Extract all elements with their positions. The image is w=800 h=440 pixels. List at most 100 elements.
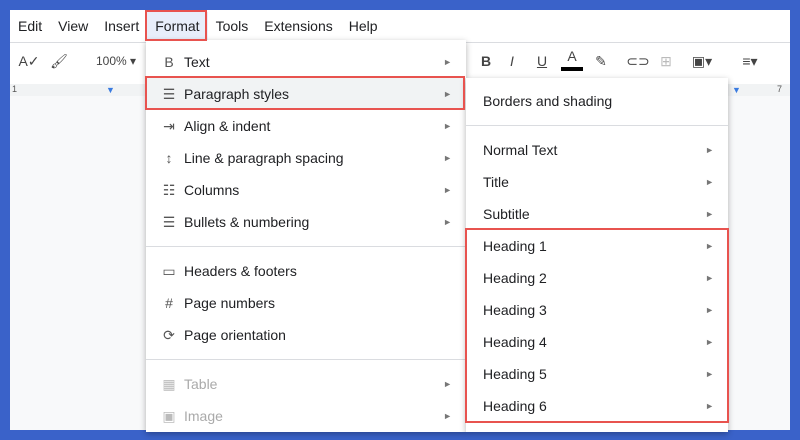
menu-item-page-orientation[interactable]: ⟳ Page orientation — [146, 319, 466, 351]
submenu-item-heading-2[interactable]: Heading 2 ► — [466, 262, 728, 294]
paint-format-icon[interactable]: 🖌 — [48, 45, 70, 77]
submenu-item-label: Heading 3 — [483, 302, 547, 318]
align-icon[interactable]: ≡▾ — [734, 45, 766, 77]
menu-item-label: Bullets & numbering — [184, 214, 310, 230]
text-color-button[interactable]: A — [561, 45, 583, 71]
italic-button[interactable]: I — [502, 45, 522, 77]
menu-item-line-paragraph-spacing[interactable]: ↕ Line & paragraph spacing ► — [146, 142, 466, 174]
submenu-arrow-icon: ► — [443, 121, 452, 131]
indent-marker-icon[interactable]: ▼ — [106, 85, 115, 95]
header-footer-icon: ▭ — [162, 262, 176, 279]
bold-icon: B — [164, 54, 174, 70]
menu-tools[interactable]: Tools — [208, 12, 257, 40]
menu-item-image: ▣ Image ► — [146, 400, 466, 432]
columns-icon: ☷ — [162, 181, 176, 198]
menu-item-label: Align & indent — [184, 118, 271, 134]
submenu-arrow-icon: ► — [443, 89, 452, 99]
submenu-item-heading-5[interactable]: Heading 5 ► — [466, 358, 728, 390]
submenu-arrow-icon: ► — [705, 401, 714, 411]
submenu-arrow-icon: ► — [705, 177, 714, 187]
comment-icon[interactable]: ⊞ — [656, 45, 676, 77]
submenu-item-label: Heading 5 — [483, 366, 547, 382]
submenu-item-label: Heading 6 — [483, 398, 547, 414]
menu-item-headers-footers[interactable]: ▭ Headers & footers — [146, 255, 466, 287]
ruler-label: 7 — [777, 84, 783, 94]
menu-item-label: Columns — [184, 182, 240, 198]
submenu-arrow-icon: ► — [705, 209, 714, 219]
zoom-value: 100% — [95, 54, 127, 68]
menu-item-align-indent[interactable]: ⇥ Align & indent ► — [146, 110, 466, 142]
submenu-item-label: Subtitle — [483, 206, 530, 222]
indent-icon: ⇥ — [163, 117, 175, 134]
submenu-arrow-icon: ► — [705, 145, 714, 155]
menu-item-text[interactable]: B Text ► — [146, 46, 466, 78]
menu-format[interactable]: Format — [147, 12, 208, 40]
submenu-arrow-icon: ► — [705, 273, 714, 283]
menu-bar: Edit View Insert Format Tools Extensions… — [10, 10, 790, 42]
menu-item-bullets-numbering[interactable]: ☰ Bullets & numbering ► — [146, 206, 466, 238]
menu-item-columns[interactable]: ☷ Columns ► — [146, 174, 466, 206]
submenu-arrow-icon: ► — [443, 379, 452, 389]
hash-icon: # — [165, 295, 173, 311]
submenu-arrow-icon: ► — [705, 305, 714, 315]
right-indent-marker-icon[interactable]: ▼ — [732, 85, 741, 95]
submenu-arrow-icon: ► — [443, 411, 452, 421]
paragraph-styles-submenu: Borders and shading Normal Text ► Title ► Sub… — [466, 78, 728, 432]
insert-image-icon[interactable]: ▣▾ — [684, 45, 720, 77]
menu-edit[interactable]: Edit — [10, 12, 50, 40]
menu-separator — [146, 246, 466, 247]
submenu-item-heading-6[interactable]: Heading 6 ► — [466, 390, 728, 422]
submenu-item-heading-4[interactable]: Heading 4 ► — [466, 326, 728, 358]
menu-item-paragraph-styles[interactable]: ☰ Paragraph styles ► — [146, 78, 466, 110]
menu-view[interactable]: View — [50, 12, 96, 40]
bullets-icon: ☰ — [162, 213, 176, 230]
highlight-icon[interactable]: ✎ — [591, 45, 611, 77]
menu-item-label: Line & paragraph spacing — [184, 150, 344, 166]
submenu-item-heading-3[interactable]: Heading 3 ► — [466, 294, 728, 326]
menu-item-label: Image — [184, 408, 223, 424]
submenu-item-label: Borders and shading — [483, 93, 613, 109]
menu-item-label: Text — [184, 54, 210, 70]
submenu-item-heading-1[interactable]: Heading 1 ► — [466, 230, 728, 262]
menu-separator — [466, 125, 728, 126]
menu-extensions[interactable]: Extensions — [256, 12, 340, 40]
submenu-item-normal-text[interactable]: Normal Text ► — [466, 134, 728, 166]
menu-item-label: Page orientation — [184, 327, 286, 343]
menu-insert[interactable]: Insert — [96, 12, 147, 40]
submenu-item-label: Heading 1 — [483, 238, 547, 254]
format-menu: B Text ► ☰ Paragraph styles ► ⇥ Align & indent ►… — [146, 40, 466, 432]
submenu-item-borders-and-shading[interactable]: Borders and shading — [466, 85, 728, 117]
menu-help[interactable]: Help — [341, 12, 386, 40]
submenu-arrow-icon: ► — [705, 369, 714, 379]
menu-item-table: ▦ Table ► — [146, 368, 466, 400]
underline-button[interactable]: U — [532, 45, 552, 77]
menu-item-label: Headers & footers — [184, 263, 297, 279]
table-icon: ▦ — [162, 375, 176, 392]
submenu-item-title[interactable]: Title ► — [466, 166, 728, 198]
submenu-arrow-icon: ► — [443, 217, 452, 227]
link-icon[interactable]: ⊂⊃ — [626, 45, 649, 77]
spellcheck-icon[interactable]: A✓ — [18, 45, 40, 77]
menu-separator — [146, 359, 466, 360]
menu-item-page-numbers[interactable]: # Page numbers — [146, 287, 466, 319]
submenu-arrow-icon: ► — [705, 241, 714, 251]
submenu-arrow-icon: ► — [443, 57, 452, 67]
submenu-item-subtitle[interactable]: Subtitle ► — [466, 198, 728, 230]
line-spacing-icon: ↕ — [165, 150, 173, 166]
submenu-item-label: Heading 2 — [483, 270, 547, 286]
page-orientation-icon: ⟳ — [163, 326, 175, 343]
submenu-arrow-icon: ► — [443, 153, 452, 163]
image-icon: ▣ — [162, 407, 176, 424]
bold-button[interactable]: B — [476, 45, 496, 77]
paragraph-icon: ☰ — [162, 85, 176, 102]
submenu-item-label: Normal Text — [483, 142, 558, 158]
submenu-item-label: Heading 4 — [483, 334, 547, 350]
submenu-arrow-icon: ► — [443, 185, 452, 195]
submenu-item-label: Title — [483, 174, 509, 190]
menu-item-label: Paragraph styles — [184, 86, 290, 102]
menu-item-label: Page numbers — [184, 295, 276, 311]
ruler-label: 1 — [12, 84, 18, 94]
menu-item-label: Table — [184, 376, 218, 392]
zoom-select[interactable]: 100% ▾ — [86, 45, 146, 77]
submenu-arrow-icon: ► — [705, 337, 714, 347]
